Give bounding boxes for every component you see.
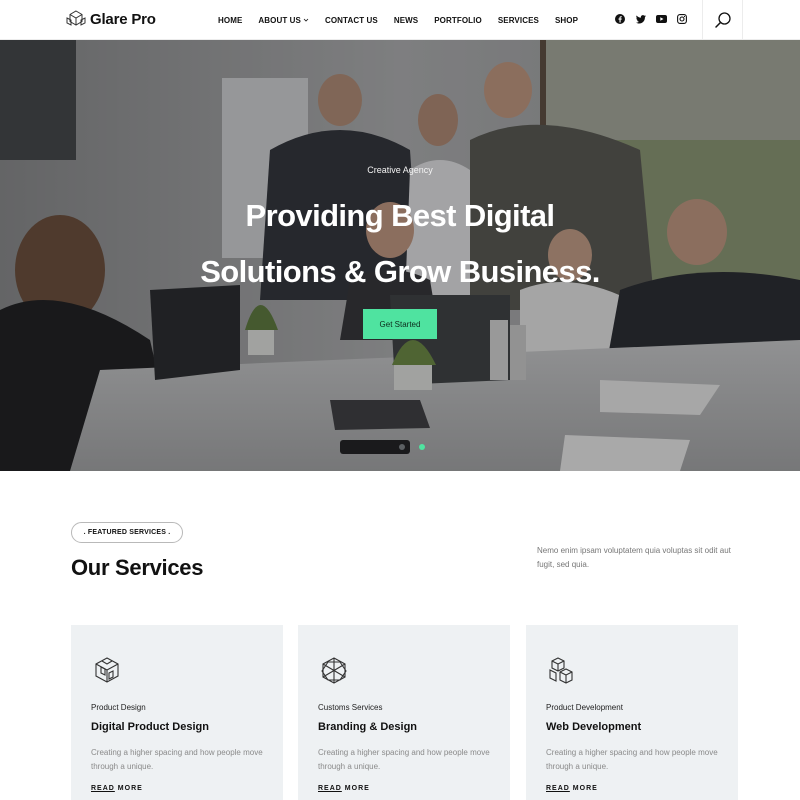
read-more-link[interactable]: READ MORE [546, 785, 598, 792]
card-category: Product Development [546, 703, 623, 712]
hero-eyebrow: Creative Agency [367, 165, 433, 175]
read-more-underlined: READ [318, 785, 342, 792]
main-nav: HOME ABOUT US CONTACT US NEWS PORTFOLIO … [210, 0, 586, 40]
read-more-underlined: READ [91, 785, 115, 792]
slider-dots [392, 444, 432, 450]
nav-contact-us[interactable]: CONTACT US [325, 16, 378, 25]
card-title: Web Development [546, 721, 642, 733]
search-button[interactable] [702, 0, 743, 40]
nav-label: NEWS [393, 15, 419, 25]
nav-label: ABOUT US [258, 15, 301, 25]
card-description: Creating a higher spacing and how people… [546, 748, 718, 771]
section-description: Nemo enim ipsam voluptatem quia voluptas… [537, 546, 731, 569]
nav-news[interactable]: NEWS [394, 16, 418, 25]
card-description: Creating a higher spacing and how people… [318, 748, 490, 771]
read-more-link[interactable]: READ MORE [91, 785, 143, 792]
search-icon [714, 12, 731, 28]
read-more-rest: MORE [569, 785, 598, 792]
card-category: Customs Services [318, 703, 383, 712]
card-category: Product Design [91, 703, 146, 712]
hero-title: Providing Best Digital Solutions & Grow … [0, 188, 800, 300]
nav-shop[interactable]: SHOP [555, 16, 578, 25]
read-more-rest: MORE [341, 785, 370, 792]
card-title: Digital Product Design [91, 721, 209, 733]
cube-box-icon [95, 657, 119, 683]
nav-home[interactable]: HOME [218, 16, 242, 25]
logo-cube-icon [66, 10, 86, 26]
service-card[interactable]: Product Development Web Development Crea… [526, 625, 738, 800]
hero-title-line-1: Providing Best Digital [245, 198, 556, 233]
nav-services[interactable]: SERVICES [498, 16, 539, 25]
service-card[interactable]: Product Design Digital Product Design Cr… [71, 625, 283, 800]
cube-stack-icon [549, 657, 573, 684]
nav-portfolio[interactable]: PORTFOLIO [434, 16, 482, 25]
nav-label: HOME [218, 15, 243, 25]
facebook-icon[interactable] [614, 13, 626, 25]
slider-dot-2-active[interactable] [419, 444, 425, 450]
slider-dot-1[interactable] [399, 444, 405, 450]
read-more-rest: MORE [114, 785, 143, 792]
site-header: Glare Pro HOME ABOUT US CONTACT US NEWS … [0, 0, 800, 40]
nav-label: SHOP [554, 15, 579, 25]
social-links [614, 13, 696, 25]
chevron-down-icon [303, 18, 309, 22]
hero-content: Creative Agency Providing Best Digital S… [0, 40, 800, 471]
read-more-underlined: READ [546, 785, 570, 792]
twitter-icon[interactable] [635, 13, 647, 25]
service-card[interactable]: Customs Services Branding & Design Creat… [298, 625, 510, 800]
star-polygon-icon [321, 657, 347, 684]
instagram-icon[interactable] [676, 13, 688, 25]
hero-title-line-2: Solutions & Grow Business. [200, 254, 600, 289]
card-title: Branding & Design [318, 721, 418, 733]
nav-about-us[interactable]: ABOUT US [258, 16, 309, 25]
card-description: Creating a higher spacing and how people… [91, 748, 263, 771]
get-started-button[interactable]: Get Started [363, 309, 437, 339]
nav-label: PORTFOLIO [434, 15, 482, 25]
logo[interactable]: Glare Pro [66, 9, 156, 29]
section-title: Our Services [71, 555, 204, 580]
brand-name: Glare Pro [90, 10, 156, 28]
featured-services-pill: . FEATURED SERVICES . [71, 522, 183, 543]
hero-slider: Creative Agency Providing Best Digital S… [0, 40, 800, 471]
nav-label: SERVICES [497, 15, 539, 25]
youtube-icon[interactable] [655, 13, 667, 25]
nav-label: CONTACT US [324, 15, 378, 25]
read-more-link[interactable]: READ MORE [318, 785, 370, 792]
